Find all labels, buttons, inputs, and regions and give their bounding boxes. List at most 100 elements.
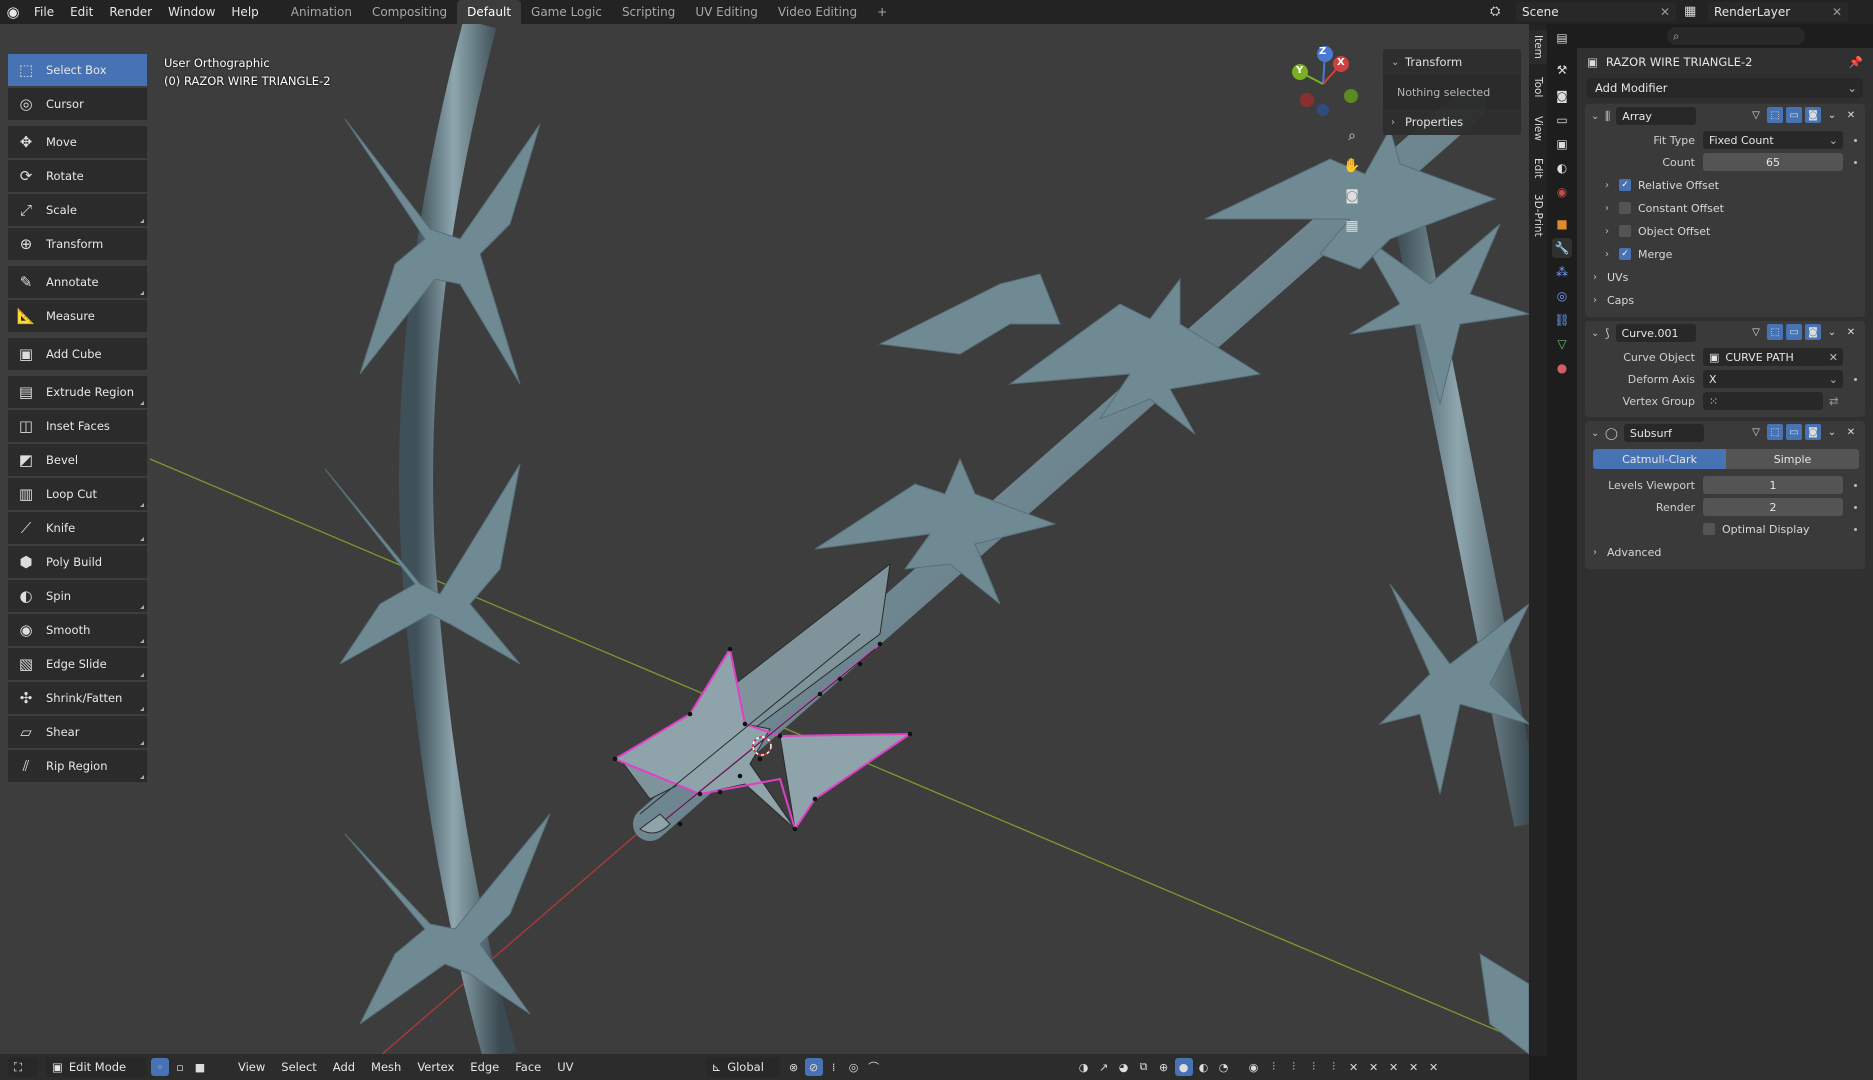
eye-icon[interactable]: ◉ — [1245, 1058, 1263, 1076]
tab-uv-editing[interactable]: UV Editing — [685, 0, 768, 24]
falloff-icon[interactable]: ⌒ — [865, 1058, 883, 1076]
properties-panel-header[interactable]: › Properties — [1383, 109, 1521, 135]
tab-animation[interactable]: Animation — [281, 0, 362, 24]
tool-smooth[interactable]: ◉ Smooth — [8, 614, 147, 646]
on-cage-icon[interactable]: ▽ — [1748, 424, 1764, 440]
delete-modifier-icon[interactable]: ✕ — [1843, 107, 1859, 123]
world-icon[interactable]: ◉ — [1552, 182, 1572, 202]
uvs-subpanel[interactable]: › UVs — [1585, 267, 1865, 287]
tool-scale[interactable]: ⤢ Scale — [8, 194, 147, 226]
shading-wireframe-icon[interactable]: ⊕ — [1155, 1058, 1173, 1076]
modifier-menu-icon[interactable]: ⌄ — [1824, 324, 1840, 340]
material-icon[interactable]: ● — [1552, 358, 1572, 378]
tool-shear[interactable]: ▱ Shear — [8, 716, 147, 748]
tab-game-logic[interactable]: Game Logic — [521, 0, 612, 24]
tool-spin[interactable]: ◐ Spin — [8, 580, 147, 612]
mesh-stat-5-icon[interactable]: ✕ — [1345, 1058, 1363, 1076]
camera-icon[interactable]: ◙ — [1340, 184, 1364, 208]
tool-knife[interactable]: ⟋ Knife — [8, 512, 147, 544]
tool-move[interactable]: ✥ Move — [8, 126, 147, 158]
tab-3d-print[interactable]: 3D-Print — [1529, 190, 1547, 240]
shading-rendered-icon[interactable]: ◔ — [1215, 1058, 1233, 1076]
menu-uv[interactable]: UV — [549, 1060, 581, 1074]
perspective-grid-icon[interactable]: ▦ — [1340, 214, 1364, 238]
tool-annotate[interactable]: ✎ Annotate — [8, 266, 147, 298]
menu-render[interactable]: Render — [101, 5, 160, 19]
navigation-gizmo[interactable]: Z X Y — [1285, 36, 1375, 126]
mesh-stat-3-icon[interactable]: ⫶ — [1305, 1058, 1323, 1076]
tool-measure[interactable]: 📐 Measure — [8, 300, 147, 332]
render-layer-icon[interactable]: ▦ — [1684, 4, 1696, 19]
add-workspace-button[interactable]: + — [867, 0, 897, 24]
on-cage-icon[interactable]: ▽ — [1748, 324, 1764, 340]
levels-viewport-field[interactable]: 1 — [1703, 476, 1843, 494]
menu-view[interactable]: View — [230, 1060, 273, 1074]
keyframe-dot-icon[interactable] — [1854, 160, 1857, 164]
viewport-toggle-icon[interactable]: ▭ — [1786, 324, 1802, 340]
tab-edit[interactable]: Edit — [1529, 152, 1547, 184]
blender-logo-icon[interactable]: ◉ — [0, 0, 26, 24]
mesh-stat-8-icon[interactable]: ✕ — [1405, 1058, 1423, 1076]
tool-extrude-region[interactable]: ▤ Extrude Region — [8, 376, 147, 408]
face-select-icon[interactable]: ■ — [191, 1058, 209, 1076]
optimal-display-checkbox[interactable] — [1703, 523, 1715, 535]
3d-viewport[interactable]: ⬚ Select Box ◎ Cursor ✥ Move ⟳ Rotate ⤢ Scale ⊕ Tra… — [0, 24, 1529, 1056]
curve-modifier-name-field[interactable]: Curve.001 — [1615, 324, 1696, 342]
object-offset-checkbox[interactable] — [1619, 225, 1631, 237]
edge-select-icon[interactable]: ▫ — [171, 1058, 189, 1076]
tool-settings-icon[interactable]: ⚒ — [1552, 60, 1572, 80]
menu-select[interactable]: Select — [273, 1060, 324, 1074]
render-toggle-icon[interactable]: ◙ — [1805, 424, 1821, 440]
keyframe-dot-icon[interactable] — [1854, 138, 1857, 142]
tool-bevel[interactable]: ◩ Bevel — [8, 444, 147, 476]
menu-add[interactable]: Add — [325, 1060, 363, 1074]
vertex-group-field[interactable]: ⁙ — [1703, 392, 1823, 410]
relative-offset-subpanel[interactable]: › ✓ Relative Offset — [1585, 175, 1865, 195]
pan-hand-icon[interactable]: ✋ — [1340, 154, 1364, 178]
caps-subpanel[interactable]: › Caps — [1585, 290, 1865, 310]
mode-selector[interactable]: ▣ Edit Mode — [46, 1057, 146, 1077]
relative-offset-checkbox[interactable]: ✓ — [1619, 179, 1631, 191]
delete-modifier-icon[interactable]: ✕ — [1843, 324, 1859, 340]
keyframe-dot-icon[interactable] — [1854, 505, 1857, 509]
tab-scripting[interactable]: Scripting — [612, 0, 685, 24]
viewport-toggle-icon[interactable]: ▭ — [1786, 107, 1802, 123]
gizmo-toggle-icon[interactable]: ↗ — [1095, 1058, 1113, 1076]
add-modifier-dropdown[interactable]: Add Modifier ⌄ — [1587, 78, 1863, 98]
curve-modifier-header[interactable]: ⌄ ⟆ Curve.001 ▽ ⬚ ▭ ◙ ⌄ ✕ — [1585, 321, 1865, 345]
tab-view[interactable]: View — [1529, 110, 1547, 146]
chevron-down-icon[interactable]: ⌄ — [1591, 428, 1605, 439]
array-modifier-header[interactable]: ⌄ ⫼ Array ▽ ⬚ ▭ ◙ ⌄ ✕ — [1585, 104, 1865, 128]
zoom-icon[interactable]: ⌕ — [1340, 124, 1364, 148]
tab-compositing[interactable]: Compositing — [362, 0, 457, 24]
pin-icon[interactable]: ✕ — [1660, 5, 1670, 19]
menu-file[interactable]: File — [26, 5, 62, 19]
curve-object-field[interactable]: ▣ CURVE PATH ✕ — [1703, 348, 1843, 366]
edit-mode-toggle-icon[interactable]: ⬚ — [1767, 107, 1783, 123]
tool-shrink-fatten[interactable]: ✣ Shrink/Fatten — [8, 682, 147, 714]
gizmo-neg-y-icon[interactable] — [1344, 89, 1358, 103]
mesh-stat-7-icon[interactable]: ✕ — [1385, 1058, 1403, 1076]
object-offset-subpanel[interactable]: › Object Offset — [1585, 221, 1865, 241]
subsurf-modifier-header[interactable]: ⌄ ◯ Subsurf ▽ ⬚ ▭ ◙ ⌄ ✕ — [1585, 421, 1865, 445]
chevron-down-icon[interactable]: ⌄ — [1591, 328, 1605, 339]
clear-icon[interactable]: ✕ — [1829, 351, 1838, 364]
gizmo-neg-z-icon[interactable] — [1317, 104, 1329, 116]
tool-add-cube[interactable]: ▣ Add Cube — [8, 338, 147, 370]
snap-target-icon[interactable]: ⁞ — [825, 1058, 843, 1076]
gizmo-neg-x-icon[interactable] — [1300, 93, 1314, 107]
tool-poly-build[interactable]: ⬢ Poly Build — [8, 546, 147, 578]
xray-icon[interactable]: ⧉ — [1135, 1058, 1153, 1076]
modifier-menu-icon[interactable]: ⌄ — [1824, 107, 1840, 123]
tool-inset-faces[interactable]: ◫ Inset Faces — [8, 410, 147, 442]
array-modifier-name-field[interactable]: Array — [1616, 107, 1697, 125]
tool-rip-region[interactable]: ⫽ Rip Region — [8, 750, 147, 782]
tool-loop-cut[interactable]: ▥ Loop Cut — [8, 478, 147, 510]
menu-vertex[interactable]: Vertex — [409, 1060, 462, 1074]
menu-help[interactable]: Help — [223, 5, 266, 19]
snap-icon[interactable]: ⊘ — [804, 1058, 823, 1076]
pivot-icon[interactable]: ⊗ — [785, 1058, 803, 1076]
render-toggle-icon[interactable]: ◙ — [1805, 107, 1821, 123]
viewport-toggle-icon[interactable]: ▭ — [1786, 424, 1802, 440]
edit-mode-toggle-icon[interactable]: ⬚ — [1767, 424, 1783, 440]
